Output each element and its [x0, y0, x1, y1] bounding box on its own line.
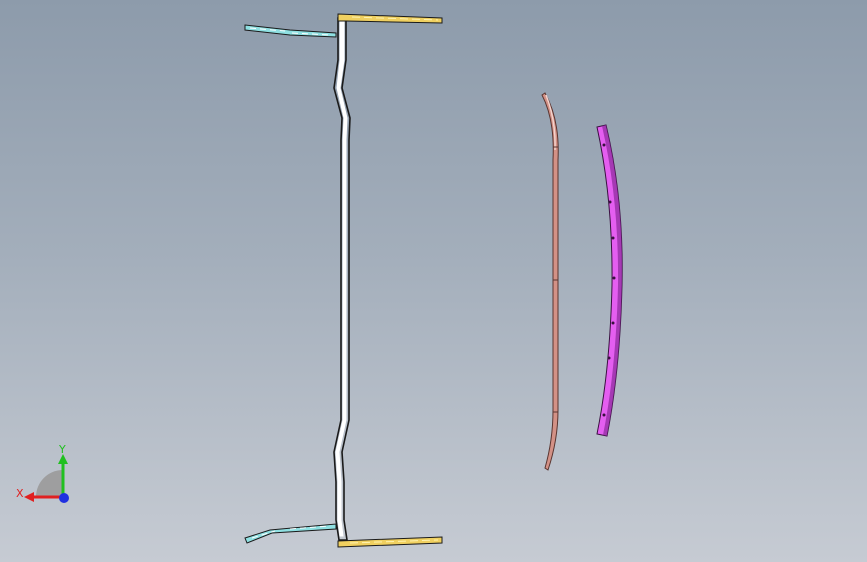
y-axis-label: Y [58, 443, 66, 456]
frame-outline[interactable] [333, 17, 351, 541]
graphics-viewport[interactable]: Y X [0, 0, 867, 562]
x-axis-arrow-icon [24, 492, 34, 502]
curved-rail-pink[interactable] [541, 92, 559, 471]
left-upper-bracket[interactable] [244, 24, 337, 38]
triad-plane [36, 470, 63, 497]
curved-rail-magenta[interactable] [596, 124, 623, 437]
x-axis-label: X [16, 487, 24, 500]
left-lower-bracket[interactable] [244, 523, 337, 544]
model-scene[interactable] [0, 0, 867, 562]
right-lower-bracket[interactable] [337, 536, 443, 548]
right-upper-bracket[interactable] [337, 13, 443, 24]
z-axis-dot-icon [59, 493, 69, 503]
coordinate-triad: Y X [16, 443, 69, 503]
